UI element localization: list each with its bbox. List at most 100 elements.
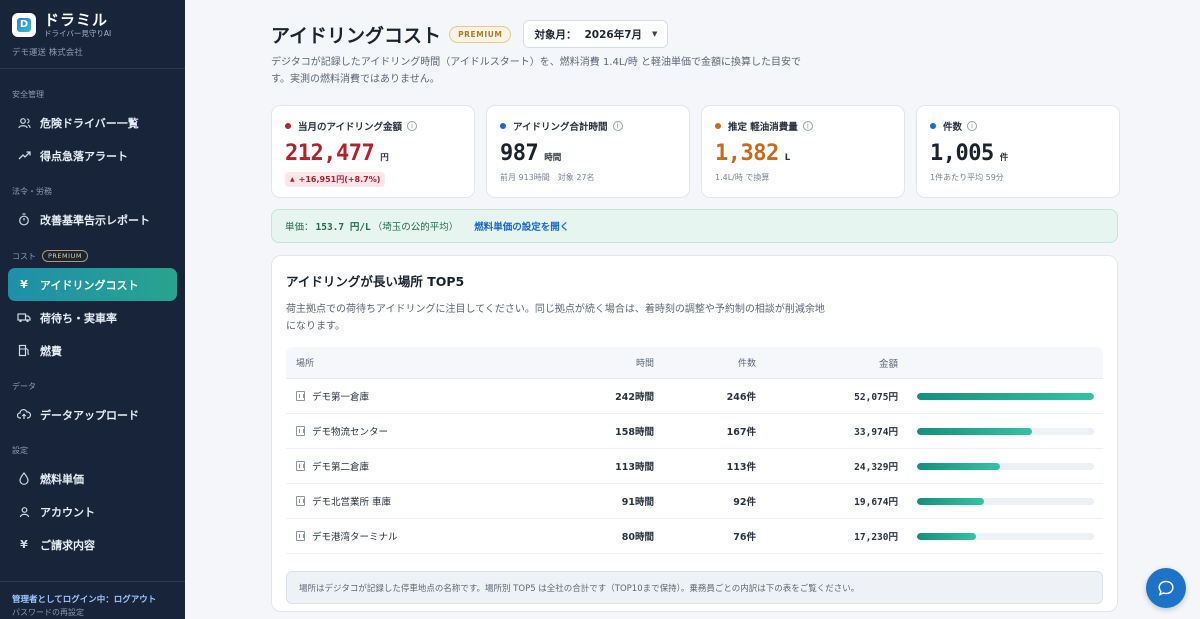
place-name: デモ物流センター [312,427,389,438]
month-selector[interactable]: 対象月： 2026年7月 ▼ [523,20,669,48]
info-icon[interactable]: i [612,121,623,131]
premium-badge: PREMIUM [42,250,88,262]
cell-time: 242時間 [615,392,654,403]
month-label: 対象月： [534,28,577,41]
delta-badge: ▲ +16,951円(+8.7%) [285,172,386,187]
unit-price-source: （埼玉の公的平均） [372,222,459,233]
cell-bar [898,427,1103,435]
sidebar-item-label: 得点急落アラート [40,149,128,163]
chat-button[interactable] [1146,568,1186,608]
card-value: 1,382 [715,141,779,166]
password-reset-link[interactable]: パスワードの再設定 [12,606,173,619]
cell-time: 91時間 [621,497,654,508]
cell-count: 76件 [733,532,756,543]
col-count: 件数 [737,359,756,369]
share-bar-track [917,497,1094,505]
sidebar-item-label: アカウント [40,505,95,519]
share-bar-track [917,392,1094,400]
card-subtext: 前月 913時間 対象 27名 [500,173,595,182]
cell-bar [898,462,1103,470]
card-unit: 件 [999,153,1009,163]
cell-bar [898,497,1103,505]
table-header: 場所 時間 件数 金額 [286,347,1103,379]
cloud-upload-icon [17,408,31,422]
sidebar-footer: 管理者としてログイン中：ログアウト パスワードの再設定 [0,581,185,619]
section-cost: コスト PREMIUM [0,250,185,262]
sidebar-item-standards-report[interactable]: 改善基準告示レポート [8,203,177,236]
sidebar-item-label: ご請求内容 [40,538,95,552]
building-icon [296,426,305,436]
unit-price-prefix: 単価： [285,222,314,233]
card-title: 推定 軽油消費量 [728,122,798,133]
sidebar-item-fuel-price[interactable]: 燃料単価 [8,462,177,495]
logout-link[interactable]: 管理者としてログイン中：ログアウト [12,594,173,606]
sidebar-item-data-upload[interactable]: データアップロード [8,398,177,431]
sidebar-item-risky-drivers[interactable]: 危険ドライバー一覧 [8,106,177,139]
sidebar-item-account[interactable]: アカウント [8,495,177,528]
section-data: データ [12,382,36,391]
col-place: 場所 [296,359,315,369]
yen-icon: ¥ [20,278,28,291]
sidebar-item-waiting-rate[interactable]: 荷待ち・実車率 [8,301,177,334]
kpi-cards: 当月のアイドリング金額 i 212,477 円 ▲ +16,951円(+8.7%… [271,105,1120,198]
cell-bar [898,532,1103,540]
card-value: 1,005 [930,141,994,166]
table-note: 場所はデジタコが記録した停車地点の名称です。場所別 TOP5 は全社の合計です（… [286,571,1103,604]
share-bar-fill [917,427,1033,435]
unit-price-value: 153.7 円/L [315,222,371,233]
building-icon [296,461,305,471]
info-icon[interactable]: i [802,121,813,131]
cell-time: 158時間 [615,427,654,438]
table-row: デモ北営業所 車庫 91時間 92件 19,674円 [286,484,1103,519]
cell-amount: 33,974円 [854,427,898,438]
page-title: アイドリングコスト [271,24,442,47]
delta-value: +16,951円(+8.7%) [298,175,381,184]
status-dot [930,123,936,129]
cell-place: デモ第二倉庫 [286,459,496,473]
kpi-card-diesel-volume: 推定 軽油消費量 i 1,382 L 1.4L/時 で換算 [701,105,905,198]
kpi-card-idling-amount: 当月のアイドリング金額 i 212,477 円 ▲ +16,951円(+8.7%… [271,105,475,198]
info-icon[interactable]: i [407,121,418,131]
premium-badge: PREMIUM [449,25,512,43]
card-subtext: 1件あたり平均 59分 [930,173,1004,182]
card-unit: L [784,153,791,163]
page-description: デジタコが記録したアイドリング時間（アイドルスタート）を、燃料消費 1.4L/時… [271,57,802,85]
sidebar-item-billing[interactable]: ¥ ご請求内容 [8,528,177,561]
sidebar-item-label: 荷待ち・実車率 [40,311,117,325]
cell-amount: 17,230円 [854,532,898,543]
cell-count: 92件 [733,497,756,508]
cell-count: 113件 [726,462,756,473]
caret-down-icon: ▼ [652,30,658,38]
place-name: デモ第一倉庫 [312,392,370,403]
place-name: デモ第二倉庫 [312,462,370,473]
fuel-price-settings-link[interactable]: 燃料単価の設定を開く [474,219,569,233]
table-row: デモ第二倉庫 113時間 113件 24,329円 [286,449,1103,484]
building-icon [296,496,305,506]
cell-amount: 24,329円 [854,462,898,473]
drop-icon [17,472,31,486]
share-bar-fill [917,392,1094,400]
share-bar-track [917,532,1094,540]
card-value: 987 [500,141,539,166]
section-labor: 法令・労務 [12,187,52,196]
cell-time: 113時間 [615,462,654,473]
sidebar-item-label: アイドリングコスト [40,278,139,292]
sidebar-item-fuel-economy[interactable]: 燃費 [8,334,177,367]
top5-panel: アイドリングが長い場所 TOP5 荷主拠点での荷待ちアイドリングに注目してくださ… [271,255,1118,612]
sidebar-item-idling-cost[interactable]: ¥ アイドリングコスト [8,268,177,301]
share-bar-track [917,427,1094,435]
status-dot [285,123,291,129]
app-name: ドラミル [44,10,109,29]
brand[interactable]: D ドラミル ドライバー見守りAI [0,0,185,40]
company-name: デモ運送 株式会社 [12,48,83,58]
info-icon[interactable]: i [967,121,978,131]
users-icon [17,116,31,130]
share-bar-fill [917,462,1000,470]
cell-time: 80時間 [621,532,654,543]
sidebar-item-score-drop-alert[interactable]: 得点急落アラート [8,139,177,172]
cell-count: 246件 [726,392,756,403]
table-row: デモ第一倉庫 242時間 246件 52,075円 [286,379,1103,414]
sidebar-item-label: 改善基準告示レポート [40,213,150,227]
share-bar-track [917,462,1094,470]
kpi-card-idling-hours: アイドリング合計時間 i 987 時間 前月 913時間 対象 27名 [486,105,690,198]
